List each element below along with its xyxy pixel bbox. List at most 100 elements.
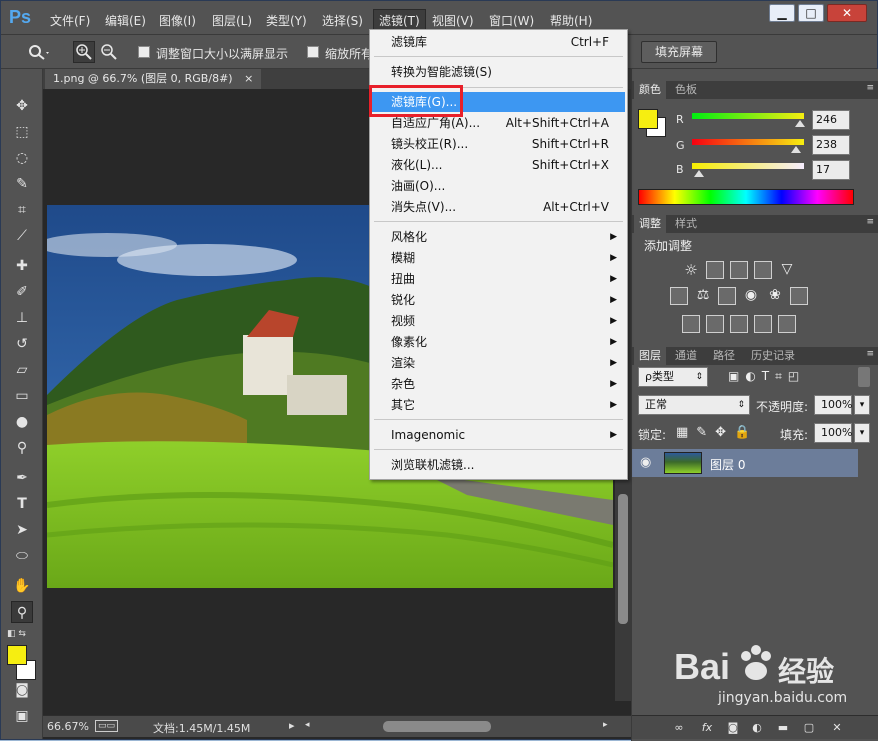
tab-color[interactable]: 颜色	[634, 81, 666, 99]
channel-r-thumb[interactable]	[795, 120, 805, 127]
lock-icons[interactable]: ▦✎✥🔒	[676, 425, 758, 440]
pen-tool-icon[interactable]: ✒	[11, 467, 33, 489]
adjustments-panel-menu-icon[interactable]: ≡	[866, 217, 874, 227]
curves-adjust-icon[interactable]	[730, 261, 748, 279]
horizontal-scrollbar-thumb[interactable]	[383, 721, 491, 732]
healing-brush-icon[interactable]: ✚	[11, 255, 33, 277]
blur-tool-icon[interactable]: ●	[11, 411, 33, 433]
menu-help[interactable]: 帮助(H)	[550, 12, 592, 29]
gradient-tool-icon[interactable]: ▭	[11, 385, 33, 407]
menu-view[interactable]: 视图(V)	[432, 12, 474, 29]
tab-swatches[interactable]: 色板	[670, 81, 702, 99]
channel-b-thumb[interactable]	[694, 170, 704, 177]
restore-button[interactable]: □	[798, 4, 824, 22]
menu-item-noise[interactable]: 杂色 ▶	[372, 374, 625, 394]
tab-history[interactable]: 历史记录	[746, 347, 800, 365]
layer-row[interactable]: ◉ 图层 0	[632, 449, 858, 477]
menu-item-pixelate[interactable]: 像素化 ▶	[372, 332, 625, 352]
layer-kind-filter[interactable]: ρ类型 ⇕	[638, 367, 708, 387]
tab-paths[interactable]: 路径	[708, 347, 740, 365]
gradient-map-icon[interactable]	[778, 315, 796, 333]
levels-adjust-icon[interactable]	[706, 261, 724, 279]
menu-file[interactable]: 文件(F)	[50, 12, 90, 29]
close-button[interactable]: ✕	[827, 4, 867, 22]
path-select-icon[interactable]: ➤	[11, 519, 33, 541]
crop-tool-icon[interactable]: ⌗	[11, 199, 33, 221]
threshold-icon[interactable]	[730, 315, 748, 333]
zoom-tool-icon[interactable]	[27, 43, 49, 61]
brush-tool-icon[interactable]: ✐	[11, 281, 33, 303]
black-white-icon[interactable]	[718, 287, 736, 305]
menu-item-imagenomic[interactable]: Imagenomic ▶	[372, 425, 625, 445]
layer-filter-icons[interactable]: ▣◐T⌗◰	[728, 369, 805, 384]
tab-channels[interactable]: 通道	[670, 347, 702, 365]
eraser-tool-icon[interactable]: ▱	[11, 359, 33, 381]
lasso-tool-icon[interactable]: ◌	[11, 147, 33, 169]
channel-r-value[interactable]: 246	[812, 110, 850, 130]
zoom-in-icon[interactable]	[73, 41, 95, 63]
foreground-color-swatch[interactable]	[7, 645, 27, 665]
zoom-out-icon[interactable]	[98, 41, 120, 63]
menu-item-lens-correction[interactable]: 镜头校正(R)... Shift+Ctrl+R	[372, 134, 625, 154]
visibility-eye-icon[interactable]: ◉	[640, 455, 651, 470]
resize-windows-checkbox[interactable]	[138, 46, 150, 58]
menu-select[interactable]: 选择(S)	[322, 12, 363, 29]
menu-item-liquify[interactable]: 液化(L)... Shift+Ctrl+X	[372, 155, 625, 175]
new-group-icon[interactable]: ▬	[776, 721, 790, 735]
menu-item-oil-paint[interactable]: 油画(O)...	[372, 176, 625, 196]
quick-mask-icon[interactable]: ◙	[11, 679, 33, 701]
menu-item-convert-smart[interactable]: 转换为智能滤镜(S)	[372, 62, 625, 82]
minimize-button[interactable]: ▁	[769, 4, 795, 22]
channel-g-thumb[interactable]	[791, 146, 801, 153]
layers-panel-menu-icon[interactable]: ≡	[866, 349, 874, 359]
posterize-icon[interactable]	[706, 315, 724, 333]
menu-layer[interactable]: 图层(L)	[212, 12, 252, 29]
delete-layer-icon[interactable]: ✕	[830, 721, 844, 735]
eyedropper-tool-icon[interactable]: ⟋	[11, 225, 33, 247]
channel-g-slider[interactable]	[692, 139, 804, 145]
channel-b-slider[interactable]	[692, 163, 804, 169]
color-balance-icon[interactable]: ⚖	[694, 287, 712, 305]
zoom-level[interactable]: 66.67%	[47, 720, 89, 733]
panel-menu-icon[interactable]: ≡	[866, 83, 874, 93]
color-spectrum-bar[interactable]	[638, 189, 854, 205]
opacity-value[interactable]: 100%	[814, 395, 852, 415]
quick-select-tool-icon[interactable]: ✎	[11, 173, 33, 195]
marquee-tool-icon[interactable]: ⬚	[11, 121, 33, 143]
status-menu-arrow-icon[interactable]: ▸	[289, 719, 295, 732]
channel-g-value[interactable]: 238	[812, 135, 850, 155]
menu-item-render[interactable]: 渲染 ▶	[372, 353, 625, 373]
vibrance-adjust-icon[interactable]: ▽	[778, 261, 796, 279]
zoom-tool-active-icon[interactable]: ⚲	[11, 601, 33, 623]
menu-item-distort[interactable]: 扭曲 ▶	[372, 269, 625, 289]
exposure-adjust-icon[interactable]	[754, 261, 772, 279]
menu-type[interactable]: 类型(Y)	[266, 12, 307, 29]
menu-edit[interactable]: 编辑(E)	[105, 12, 146, 29]
color-foreground-swatch[interactable]	[638, 109, 658, 129]
menu-item-browse-online[interactable]: 浏览联机滤镜...	[372, 455, 625, 475]
document-tab-close-icon[interactable]: ×	[244, 72, 253, 85]
scroll-right-icon[interactable]: ▸	[603, 720, 608, 730]
tab-layers[interactable]: 图层	[634, 347, 666, 365]
screen-mode-icon[interactable]: ▣	[11, 705, 33, 727]
menu-window[interactable]: 窗口(W)	[489, 12, 534, 29]
new-adjustment-icon[interactable]: ◐	[750, 721, 764, 735]
add-mask-icon[interactable]: ◙	[726, 721, 740, 735]
blend-mode-select[interactable]: 正常 ⇕	[638, 395, 750, 415]
channel-b-value[interactable]: 17	[812, 160, 850, 180]
type-tool-icon[interactable]: T	[11, 493, 33, 515]
dodge-tool-icon[interactable]: ⚲	[11, 437, 33, 459]
vertical-scrollbar-thumb[interactable]	[618, 494, 628, 624]
ellipse-tool-icon[interactable]: ⬭	[11, 545, 33, 567]
menu-item-stylize[interactable]: 风格化 ▶	[372, 227, 625, 247]
stamp-tool-icon[interactable]: ⊥	[11, 307, 33, 329]
move-tool-icon[interactable]: ✥	[11, 95, 33, 117]
new-layer-icon[interactable]: ▢	[802, 721, 816, 735]
photo-filter-icon[interactable]: ◉	[742, 287, 760, 305]
fill-value[interactable]: 100%	[814, 423, 852, 443]
history-brush-icon[interactable]: ↺	[11, 333, 33, 355]
zoom-all-checkbox[interactable]	[307, 46, 319, 58]
menu-image[interactable]: 图像(I)	[159, 12, 196, 29]
layer-style-icon[interactable]: fx	[700, 721, 714, 735]
channel-r-slider[interactable]	[692, 113, 804, 119]
